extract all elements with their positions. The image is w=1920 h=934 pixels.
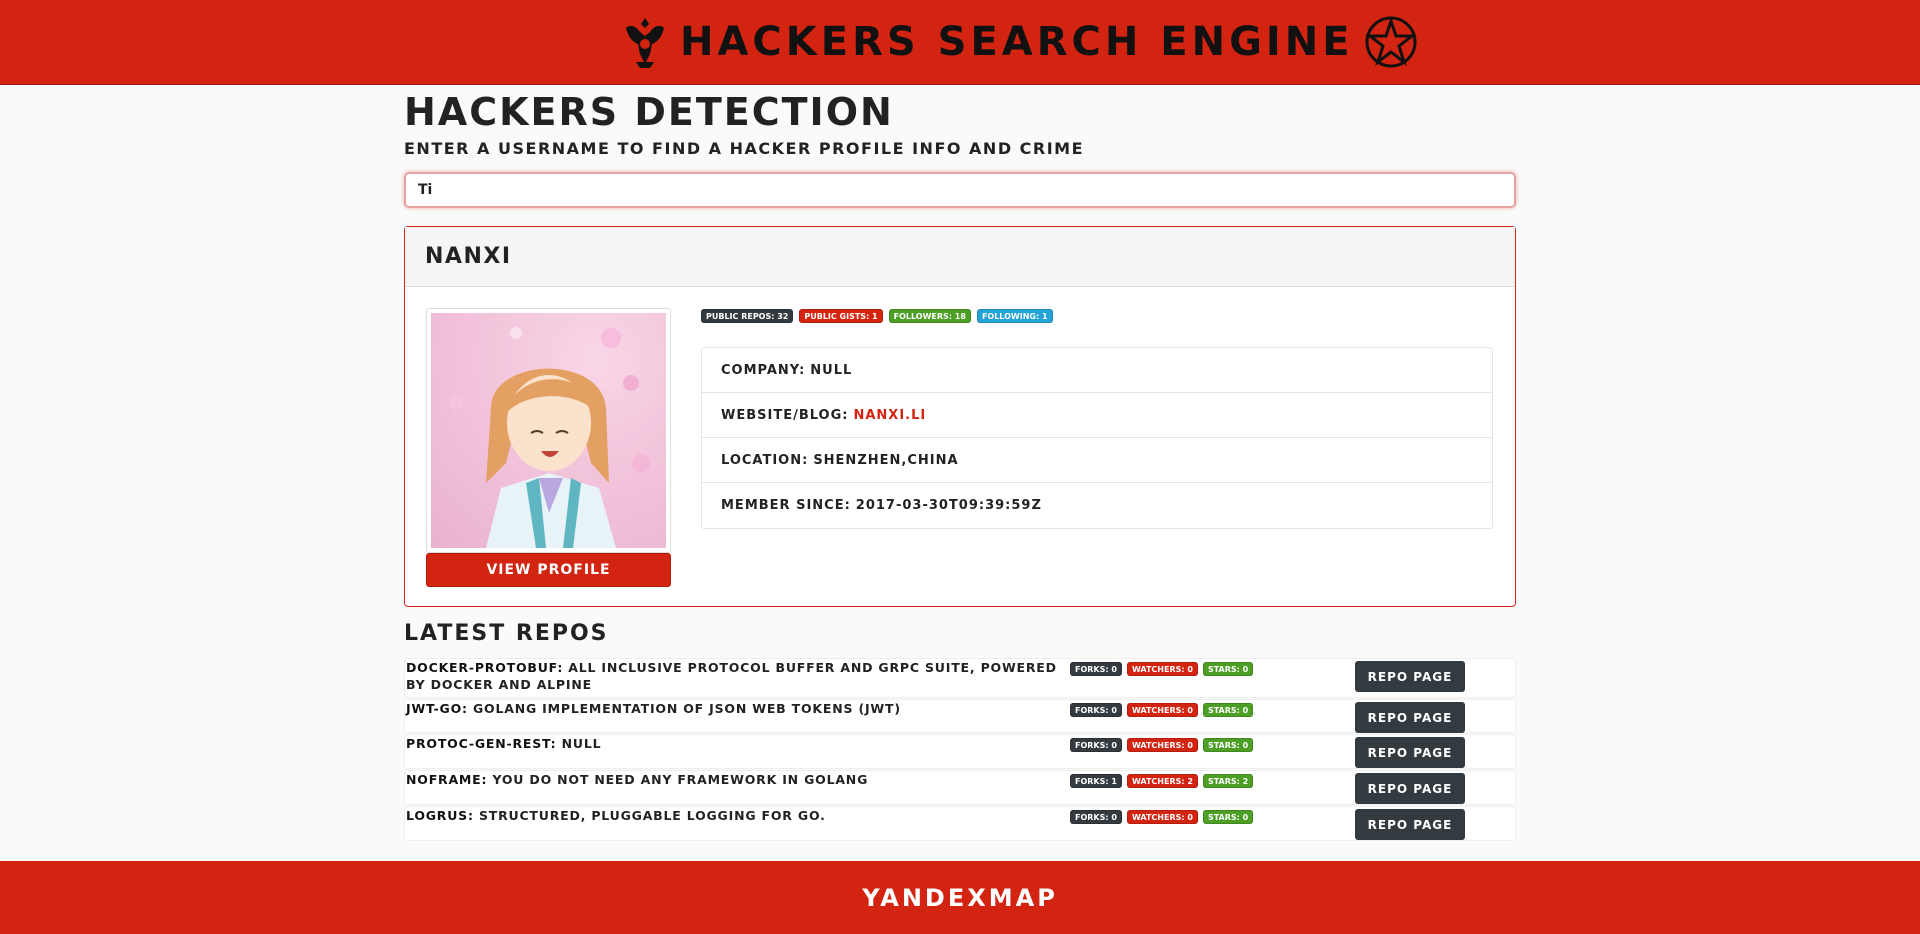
watchers-badge: WATCHERS: 0: [1126, 810, 1198, 824]
company-label: COMPANY:: [721, 362, 806, 378]
stars-badge: STARS: 0: [1202, 738, 1254, 752]
repo-page-button[interactable]: REPO PAGE: [1355, 809, 1465, 840]
followers-badge: FOLLOWERS: 18: [888, 309, 971, 323]
repo-stats: FORKS: 1 WATCHERS: 2 STARS: 2: [1070, 774, 1254, 788]
member-since-label: MEMBER SINCE:: [721, 498, 851, 513]
location-item: LOCATION: SHENZHEN,CHINA: [702, 438, 1492, 483]
footer-link[interactable]: YANDEXMAP: [862, 884, 1058, 912]
stars-badge: STARS: 0: [1202, 662, 1254, 676]
website-item: WEBSITE/BLOG: NANXI.LI: [702, 393, 1492, 438]
forks-badge: FORKS: 0: [1070, 810, 1122, 824]
repo-name: NOFRAME:: [406, 772, 488, 787]
double-headed-eagle-icon: [620, 10, 670, 74]
repo-name: PROTOC-GEN-REST:: [406, 736, 557, 751]
repo-page-button[interactable]: REPO PAGE: [1355, 737, 1465, 768]
forks-badge: FORKS: 0: [1070, 703, 1122, 717]
site-title: HACKERS SEARCH ENGINE: [680, 19, 1354, 65]
following-badge: FOLLOWING: 1: [976, 309, 1053, 323]
watchers-badge: WATCHERS: 0: [1126, 738, 1198, 752]
page-title: HACKERS DETECTION: [404, 90, 894, 134]
site-header: HACKERS SEARCH ENGINE: [0, 0, 1920, 85]
repo-name: LOGRUS:: [406, 808, 474, 823]
site-footer: YANDEXMAP: [0, 861, 1920, 934]
profile-body: VIEW PROFILE PUBLIC REPOS: 32 PUBLIC GIS…: [405, 287, 1515, 606]
repo-text: JWT-GO: GOLANG IMPLEMENTATION OF JSON WE…: [406, 700, 1066, 717]
website-link[interactable]: NANXI.LI: [853, 408, 926, 423]
repo-row: LOGRUS: STRUCTURED, PLUGGABLE LOGGING FO…: [404, 806, 1516, 841]
company-value: NULL: [810, 362, 853, 378]
forks-badge: FORKS: 0: [1070, 738, 1122, 752]
main-container: HACKERS DETECTION ENTER A USERNAME TO FI…: [404, 85, 1516, 841]
avatar-image: [431, 313, 666, 548]
repo-description: GOLANG IMPLEMENTATION OF JSON WEB TOKENS…: [472, 701, 901, 716]
profile-name: NANXI: [405, 227, 1515, 287]
website-label: WEBSITE/BLOG:: [721, 407, 849, 423]
stars-badge: STARS: 0: [1202, 810, 1254, 824]
repo-text: LOGRUS: STRUCTURED, PLUGGABLE LOGGING FO…: [406, 807, 1066, 824]
repo-stats: FORKS: 0 WATCHERS: 0 STARS: 0: [1070, 703, 1254, 717]
repo-row: NOFRAME: YOU DO NOT NEED ANY FRAMEWORK I…: [404, 770, 1516, 805]
repo-name: DOCKER-PROTOBUF:: [406, 660, 564, 675]
page-subtitle: ENTER A USERNAME TO FIND A HACKER PROFIL…: [404, 139, 1085, 158]
profile-panel: NANXI VIEW PROFILE PUBLIC REPOS: 32 PUBL…: [404, 226, 1516, 607]
repo-stats: FORKS: 0 WATCHERS: 0 STARS: 0: [1070, 810, 1254, 824]
repo-description: NULL: [561, 736, 602, 751]
member-since-item: MEMBER SINCE: 2017-03-30T09:39:59Z: [702, 483, 1492, 528]
location-value: SHENZHEN,CHINA: [813, 452, 959, 468]
avatar: [426, 308, 671, 553]
profile-stats: PUBLIC REPOS: 32 PUBLIC GISTS: 1 FOLLOWE…: [701, 309, 1053, 323]
repo-row: DOCKER-PROTOBUF: ALL INCLUSIVE PROTOCOL …: [404, 658, 1516, 698]
repo-row: PROTOC-GEN-REST: NULL FORKS: 0 WATCHERS:…: [404, 734, 1516, 769]
repo-text: NOFRAME: YOU DO NOT NEED ANY FRAMEWORK I…: [406, 771, 1066, 788]
repo-stats: FORKS: 0 WATCHERS: 0 STARS: 0: [1070, 662, 1254, 676]
repo-row: JWT-GO: GOLANG IMPLEMENTATION OF JSON WE…: [404, 699, 1516, 733]
repo-text: PROTOC-GEN-REST: NULL: [406, 735, 1066, 752]
latest-repos-title: LATEST REPOS: [404, 621, 609, 646]
username-search-input[interactable]: [404, 172, 1516, 208]
public-gists-badge: PUBLIC GISTS: 1: [799, 309, 883, 323]
stars-badge: STARS: 2: [1202, 774, 1254, 788]
watchers-badge: WATCHERS: 0: [1126, 703, 1198, 717]
company-item: COMPANY: NULL: [702, 348, 1492, 393]
location-label: LOCATION:: [721, 452, 809, 468]
member-since-value: 2017-03-30T09:39:59Z: [855, 498, 1042, 513]
star-icon: [1364, 10, 1418, 74]
header-brand: HACKERS SEARCH ENGINE: [620, 6, 1417, 78]
repo-page-button[interactable]: REPO PAGE: [1355, 773, 1465, 804]
profile-info-list: COMPANY: NULL WEBSITE/BLOG: NANXI.LI LOC…: [701, 347, 1493, 529]
public-repos-badge: PUBLIC REPOS: 32: [701, 309, 794, 323]
repo-name: JWT-GO:: [406, 701, 468, 716]
watchers-badge: WATCHERS: 0: [1126, 662, 1198, 676]
watchers-badge: WATCHERS: 2: [1126, 774, 1198, 788]
stars-badge: STARS: 0: [1202, 703, 1254, 717]
repo-page-button[interactable]: REPO PAGE: [1355, 702, 1465, 733]
view-profile-button[interactable]: VIEW PROFILE: [426, 553, 671, 587]
forks-badge: FORKS: 1: [1070, 774, 1122, 788]
repo-page-button[interactable]: REPO PAGE: [1355, 661, 1465, 692]
repo-text: DOCKER-PROTOBUF: ALL INCLUSIVE PROTOCOL …: [406, 659, 1066, 693]
repo-stats: FORKS: 0 WATCHERS: 0 STARS: 0: [1070, 738, 1254, 752]
repo-description: YOU DO NOT NEED ANY FRAMEWORK IN GOLANG: [492, 772, 869, 787]
repo-description: STRUCTURED, PLUGGABLE LOGGING FOR GO.: [478, 808, 826, 823]
forks-badge: FORKS: 0: [1070, 662, 1122, 676]
